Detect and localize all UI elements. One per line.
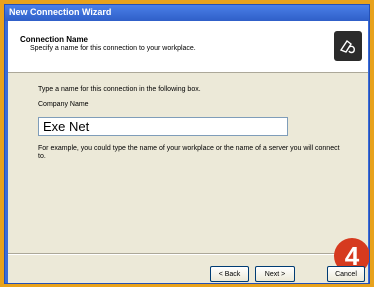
next-button[interactable]: Next > bbox=[255, 266, 295, 282]
wizard-content: Connection Name Specify a name for this … bbox=[8, 21, 369, 283]
window-title: New Connection Wizard bbox=[9, 7, 112, 17]
instruction-text: Type a name for this connection in the f… bbox=[38, 86, 201, 93]
wizard-window: New Connection Wizard Connection Name Sp… bbox=[4, 4, 370, 284]
page-subtitle: Specify a name for this connection to yo… bbox=[30, 45, 196, 52]
wizard-connection-icon bbox=[334, 31, 362, 61]
screenshot-frame: New Connection Wizard Connection Name Sp… bbox=[0, 0, 374, 287]
back-button[interactable]: < Back bbox=[210, 266, 249, 282]
company-name-label: Company Name bbox=[38, 101, 89, 108]
divider bbox=[8, 253, 368, 255]
wizard-header: Connection Name Specify a name for this … bbox=[8, 21, 368, 73]
company-name-input[interactable] bbox=[38, 117, 288, 136]
example-hint: For example, you could type the name of … bbox=[38, 145, 340, 160]
page-title: Connection Name bbox=[20, 35, 89, 44]
title-bar[interactable]: New Connection Wizard bbox=[5, 5, 369, 21]
cancel-button[interactable]: Cancel bbox=[327, 266, 365, 282]
